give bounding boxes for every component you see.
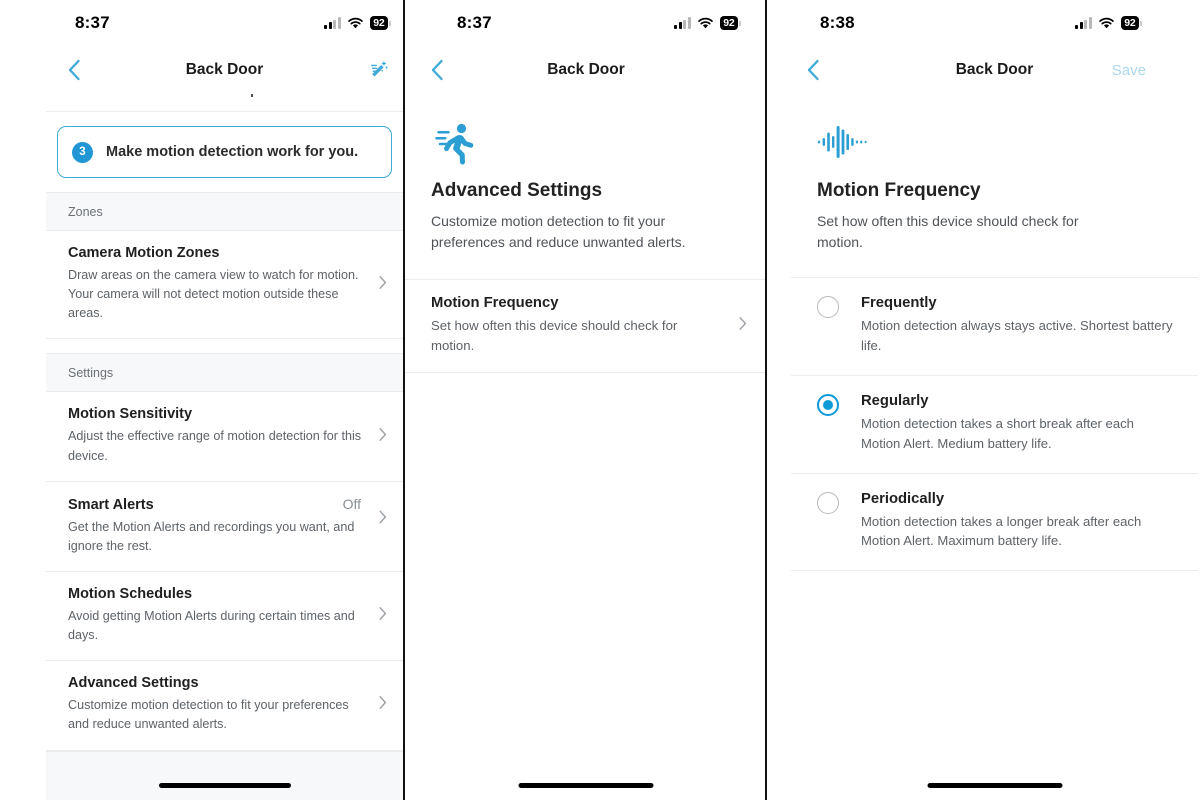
nav-bar: Back Door Save [791, 46, 1198, 94]
list-item-motion-frequency[interactable]: Motion Frequency Set how often this devi… [405, 279, 765, 374]
radio-option-frequently[interactable]: Frequently Motion detection always stays… [791, 277, 1198, 375]
radio-option-description: Motion detection takes a short break aft… [861, 415, 1134, 451]
screen-footer [46, 750, 403, 800]
save-button-label: Save [1111, 61, 1146, 79]
list-item-subtitle: Set how often this device should check f… [431, 318, 678, 354]
save-button[interactable]: Save [1112, 62, 1146, 79]
home-indicator [518, 783, 654, 788]
battery-indicator: 92 [1120, 16, 1142, 30]
battery-percent: 92 [1120, 16, 1139, 30]
status-time: 8:37 [457, 13, 492, 32]
battery-tip [1140, 20, 1142, 26]
list-item-subtitle: Draw areas on the camera view to watch f… [68, 268, 359, 321]
hero-block: Advanced Settings Customize motion detec… [405, 94, 765, 253]
list-item-advanced-settings[interactable]: Advanced Settings Customize motion detec… [46, 661, 403, 751]
section-header-settings: Settings [46, 353, 403, 393]
wifi-icon [1098, 17, 1115, 29]
list-item-title: Motion Sensitivity [68, 406, 193, 423]
hero-title: Motion Frequency [817, 180, 981, 201]
radio-option-label: Frequently [861, 295, 937, 311]
phone-screen-motion-frequency: 8:38 92 Back Door Save Motion Frequency … [767, 0, 1198, 800]
audio-waveform-icon [817, 116, 1172, 168]
page-title: Back Door [185, 61, 264, 78]
list-item-subtitle: Adjust the effective range of motion det… [68, 429, 362, 463]
radio-button-unselected-icon[interactable] [817, 491, 839, 514]
magic-wand-icon[interactable] [369, 60, 389, 80]
battery-indicator: 92 [369, 16, 391, 30]
radio-option-label: Periodically [861, 490, 945, 507]
status-indicators: 92 [674, 16, 741, 30]
list-item-subtitle: Avoid getting Motion Alerts during certa… [68, 608, 355, 643]
list-item-smart-alerts[interactable]: Smart Alerts Off Get the Motion Alerts a… [46, 481, 403, 572]
back-chevron-icon[interactable] [60, 56, 88, 84]
battery-percent: 92 [369, 16, 388, 30]
page-title: Back Door [547, 61, 625, 78]
list-item-motion-schedules[interactable]: Motion Schedules Avoid getting Motion Al… [46, 571, 403, 662]
cellular-signal-icon [324, 17, 341, 29]
list-item-title: Smart Alerts [68, 496, 154, 513]
hero-block: Motion Frequency Set how often this devi… [791, 94, 1198, 253]
chevron-right-icon [379, 427, 387, 446]
battery-percent: 92 [719, 16, 738, 30]
list-item-title: Advanced Settings [68, 675, 199, 692]
back-chevron-icon[interactable] [423, 56, 451, 84]
cellular-signal-icon [1075, 17, 1092, 29]
scrolled-off-header: Get set up [46, 94, 403, 112]
chevron-right-icon [379, 275, 387, 294]
nav-bar: Back Door [46, 46, 403, 94]
status-time: 8:38 [820, 13, 855, 32]
list-item-value: Off [342, 495, 361, 512]
battery-indicator: 92 [719, 16, 741, 30]
section-header-zones: Zones [46, 192, 403, 231]
phone-screen-motion-settings: 8:37 92 Back Door 3 Make motion detectio… [0, 0, 403, 800]
promo-card-motion-detection[interactable]: 3 Make motion detection work for you. [57, 126, 392, 178]
battery-tip [389, 20, 391, 26]
status-bar: 8:37 92 [405, 0, 765, 46]
scrolled-off-header-text: Get set up [190, 94, 258, 97]
radio-option-label: Regularly [861, 392, 929, 409]
three-phone-screenshots: 8:37 92 Back Door 3 Make motion detectio… [0, 0, 1200, 800]
chevron-right-icon [379, 696, 387, 715]
list-item-camera-motion-zones[interactable]: Camera Motion Zones Draw areas on the ca… [46, 231, 403, 340]
hero-title: Advanced Settings [431, 180, 603, 201]
promo-card-label: Make motion detection work for you. [106, 144, 359, 160]
status-indicators: 92 [1075, 16, 1142, 30]
wifi-icon [347, 17, 364, 29]
list-item-title: Camera Motion Zones [68, 245, 220, 261]
radio-button-selected-icon[interactable] [817, 393, 839, 416]
back-chevron-icon[interactable] [799, 56, 827, 84]
phone-screen-advanced-settings: 8:37 92 Back Door Advanced Settings Cust… [403, 0, 767, 800]
settings-scroll-area[interactable]: Get set up 3 Make motion detection work … [46, 94, 403, 800]
motion-frequency-option-list: Frequently Motion detection always stays… [791, 277, 1198, 572]
chevron-right-icon [739, 317, 747, 336]
list-item-motion-sensitivity[interactable]: Motion Sensitivity Adjust the effective … [46, 392, 403, 482]
cellular-signal-icon [674, 17, 691, 29]
home-indicator [927, 783, 1062, 788]
home-indicator [158, 783, 291, 788]
running-person-motion-icon [431, 116, 741, 168]
hero-subtitle: Customize motion detection to fit your p… [431, 213, 686, 250]
status-indicators: 92 [324, 16, 391, 30]
nav-bar: Back Door [405, 46, 765, 94]
list-item-title: Motion Frequency [431, 295, 559, 311]
radio-option-regularly[interactable]: Regularly Motion detection takes a short… [791, 374, 1198, 473]
battery-tip [739, 20, 741, 26]
list-item-subtitle: Get the Motion Alerts and recordings you… [68, 519, 355, 553]
promo-step-badge: 3 [72, 141, 93, 163]
status-bar: 8:38 92 [791, 0, 1198, 46]
hero-subtitle: Set how often this device should check f… [817, 213, 1079, 250]
wifi-icon [697, 17, 714, 29]
radio-button-unselected-icon[interactable] [817, 296, 839, 318]
list-item-subtitle: Customize motion detection to fit your p… [68, 698, 349, 732]
status-bar: 8:37 92 [46, 0, 403, 46]
radio-option-description: Motion detection takes a longer break af… [861, 513, 1142, 549]
list-item-title: Motion Schedules [68, 585, 193, 602]
status-time: 8:37 [75, 13, 110, 32]
chevron-right-icon [379, 607, 387, 626]
chevron-right-icon [379, 510, 387, 529]
radio-option-periodically[interactable]: Periodically Motion detection takes a lo… [791, 472, 1198, 572]
radio-option-description: Motion detection always stays active. Sh… [861, 318, 1173, 353]
